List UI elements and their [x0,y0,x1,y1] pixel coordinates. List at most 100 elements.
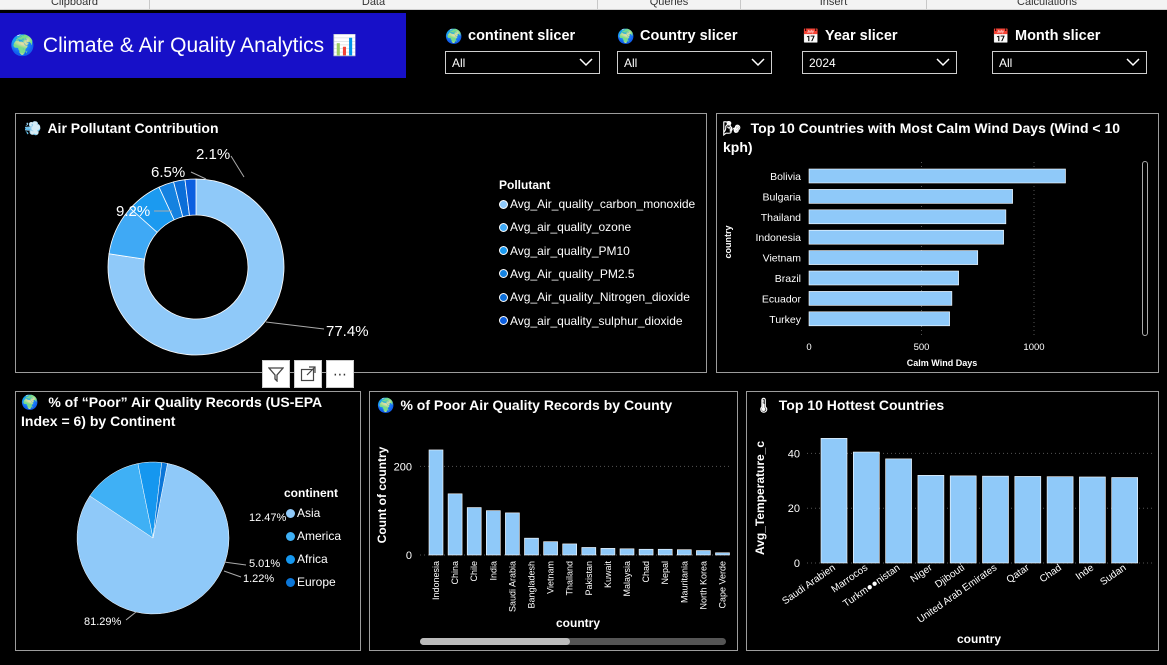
leader-line [190,171,207,180]
county-bar-label: Chile [469,561,479,582]
county-scroll-track[interactable] [420,638,726,645]
ribbon-calculations[interactable]: Calculations [927,0,1167,9]
poor-county-card[interactable]: 🌍 % of Poor Air Quality Records by Count… [369,391,738,651]
legend-marker [499,292,508,302]
poor-county-bar-chart: 200 0 Indonesia China Chile India Saudi Arabia… [375,446,730,630]
hot-tick: 20 [788,503,800,515]
hot-bar [1046,476,1074,564]
pollutant-card[interactable]: 💨 Air Pollutant Contribution 77.4% 9.2% 6.… [15,113,707,373]
legend-label: Avg_air_quality_ozone [510,220,632,235]
calm-scrollbar[interactable] [1142,161,1148,336]
hot-bar-label: Saudi Arabien [780,562,837,607]
legend-label: Africa [297,552,328,566]
legend-marker [286,531,295,541]
hottest-card[interactable]: 🌡 Top 10 Hottest Countries 0 20 40 Saudi Ar… [746,391,1159,651]
legend-label: Avg_air_quality_sulphur_dioxide [510,313,683,328]
hottest-title-row: 🌡 Top 10 Hottest Countries [755,396,944,415]
leader-line [223,570,242,578]
focus-mode-icon[interactable] [294,360,322,388]
pollutant-legend-item[interactable]: Avg_air_quality_PM10 [499,244,630,258]
calm-wind-card[interactable]: 🌬 Top 10 Countries with Most Calm Wind D… [716,113,1159,373]
calm-bar-label: Indonesia [755,232,801,244]
county-bar [562,543,577,556]
pie-label: 5.01% [249,558,280,570]
ribbon-insert[interactable]: Insert [741,0,927,9]
hot-bar-label: Qatar [1005,562,1032,586]
legend-marker [499,222,508,232]
ribbon-strip: Clipboard Data Queries Insert Calculatio… [0,0,1167,10]
calm-ylabel: country [723,225,733,258]
legend-marker [499,199,508,209]
ribbon-clipboard[interactable]: Clipboard [0,0,150,9]
continent-slicer: 🌍 continent slicer All [445,26,600,74]
globe-icon: 🌍 [617,27,635,44]
legend-marker [286,577,295,587]
county-bar-label: Saudi Arabia [507,561,517,612]
county-bar-label: Mauritania [679,561,689,603]
pollutant-legend-item[interactable]: Avg_air_quality_sulphur_dioxide [499,314,683,328]
continent-legend-item[interactable]: Asia [286,506,320,520]
county-bar [715,552,730,556]
continent-slicer-dropdown[interactable]: All [445,51,600,74]
pollutant-legend-item[interactable]: Avg_Air_quality_Nitrogen_dioxide [499,290,690,304]
hot-bar [853,451,880,564]
ribbon-data[interactable]: Data [150,0,598,9]
ribbon-queries[interactable]: Queries [598,0,741,9]
continent-legend-item[interactable]: Europe [286,575,336,589]
filter-icon[interactable] [262,360,290,388]
hot-bar [917,475,945,564]
continent-legend-item[interactable]: Africa [286,552,328,566]
chevron-down-icon [579,58,593,67]
pie-label: 1.22% [243,573,274,585]
poor-county-title-row: 🌍 % of Poor Air Quality Records by Count… [377,396,672,415]
county-bar [466,507,482,556]
calm-tick: 500 [914,342,930,353]
poor-continent-title-row: 🌍 % of “Poor” Air Quality Records (US-EP… [21,393,351,431]
calm-bar-label: Bolivia [770,171,801,183]
legend-label: Europe [297,575,336,589]
calm-bar-label: Ecuador [762,293,802,305]
continent-legend-item[interactable]: America [286,529,341,543]
pollutant-legend-item[interactable]: Avg_Air_quality_PM2.5 [499,267,635,281]
calm-bar-label: Bulgaria [762,191,801,203]
month-slicer-dropdown[interactable]: All [992,51,1147,74]
hot-bar [885,458,912,564]
county-bar [600,548,616,556]
pollutant-legend-item[interactable]: Avg_Air_quality_carbon_monoxide [499,197,695,211]
legend-marker [286,508,295,518]
hot-bar-label: Inde [1074,562,1097,582]
donut-label: 2.1% [196,146,230,163]
more-options-icon[interactable]: ⋯ [326,360,354,388]
legend-marker [499,269,508,279]
county-scroll-thumb[interactable] [420,638,570,645]
county-bar-label: Bangladesh [527,561,537,609]
month-slicer-label: Month slicer [1015,28,1101,44]
legend-label: Asia [297,506,321,520]
year-slicer-label: Year slicer [825,28,898,44]
county-bar-label: Malaysia [622,561,632,597]
calm-tick: 0 [806,342,811,353]
hot-xlabel: country [957,632,1001,646]
dashboard-title-banner: 🌍 Climate & Air Quality Analytics 📊 [0,13,406,78]
county-bar [619,548,635,556]
county-xlabel: country [556,616,600,630]
legend-marker [286,554,295,564]
county-bar [543,541,558,556]
legend-label: Avg_Air_quality_PM2.5 [510,266,635,281]
year-slicer-dropdown[interactable]: 2024 [802,51,957,74]
pollutant-legend-item[interactable]: Avg_air_quality_ozone [499,220,631,234]
donut-label: 6.5% [151,164,185,181]
country-slicer-dropdown[interactable]: All [617,51,772,74]
country-slicer-label: Country slicer [640,28,738,44]
donut-label: 77.4% [326,323,369,340]
poor-continent-card[interactable]: 🌍 % of “Poor” Air Quality Records (US-EP… [15,391,361,651]
hot-bar [820,438,848,564]
county-bar [657,548,673,556]
county-bar [447,493,463,556]
globe-icon: 🌍 [21,394,39,410]
pollutant-donut: 77.4% 9.2% 6.5% 2.1% [107,146,369,356]
hot-bar [949,475,977,564]
visual-header-toolbar: ⋯ [262,360,354,388]
calm-title: Top 10 Countries with Most Calm Wind Day… [723,120,1121,155]
county-bar [676,549,692,556]
